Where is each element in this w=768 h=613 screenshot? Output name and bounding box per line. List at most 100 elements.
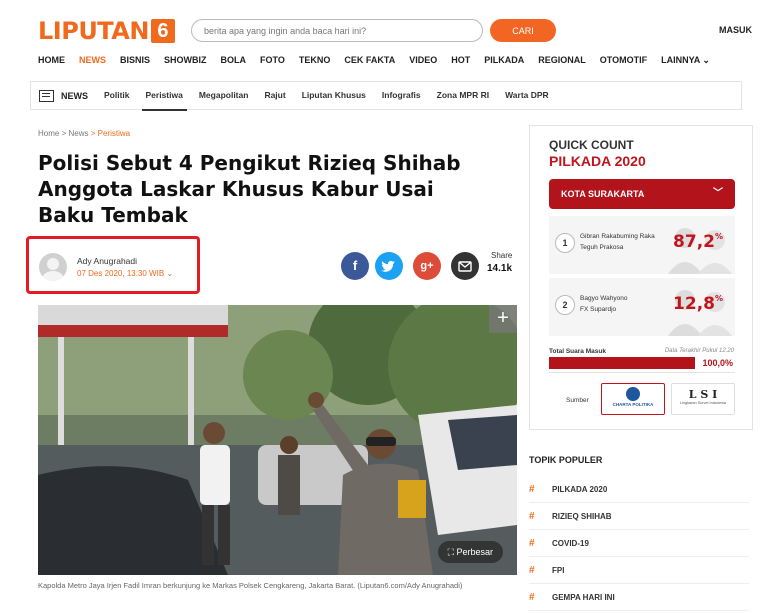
- popular-topic-label: COVID-19: [552, 539, 589, 548]
- sub-nav-item-liputan-khusus[interactable]: Liputan Khusus: [302, 81, 366, 110]
- source-logo-lsi[interactable]: L S I Lingkaran Survei Indonesia: [671, 383, 735, 415]
- breadcrumb: Home > News > Peristiwa: [38, 129, 130, 138]
- share-count: 14.1k: [487, 263, 513, 274]
- divider: [549, 372, 735, 373]
- candidate-percent: 87,2%: [673, 232, 723, 252]
- photo-caption: Kapolda Metro Jaya Irjen Fadil Imran ber…: [38, 581, 463, 590]
- publish-date[interactable]: 07 Des 2020, 13:30 WIB ⌄: [77, 269, 173, 278]
- region-select[interactable]: KOTA SURAKARTA ﹀: [549, 179, 735, 209]
- nav-item-foto[interactable]: FOTO: [260, 55, 285, 66]
- breadcrumb-separator: >: [61, 129, 67, 138]
- chevron-down-icon: ﹀: [713, 188, 723, 199]
- nav-item-otomotif[interactable]: OTOMOTIF: [600, 55, 647, 66]
- popular-topic-item[interactable]: # FPI: [529, 557, 749, 584]
- source-logo-charta-politika[interactable]: CHARTA POLITIKA: [601, 383, 665, 415]
- popular-topic-label: FPI: [552, 566, 565, 575]
- quick-count-subtitle: PILKADA 2020: [549, 153, 646, 169]
- popular-topics-title: TOPIK POPULER: [529, 455, 603, 465]
- candidate-card-2: 2 Bagyo Wahyono FX Supardjo 12,8%: [549, 278, 735, 336]
- lsi-wordmark: L S I: [688, 388, 718, 401]
- sub-nav-item-megapolitan[interactable]: Megapolitan: [199, 81, 249, 110]
- last-update-time: Data Terakhir Pukul 12.20: [664, 348, 734, 354]
- hashtag-icon: #: [529, 565, 535, 576]
- enlarge-photo-button[interactable]: ⛶ Perbesar: [437, 541, 503, 563]
- sub-nav-item-warta-dpr[interactable]: Warta DPR: [505, 81, 549, 110]
- source-name: CHARTA POLITIKA: [612, 402, 654, 407]
- expand-plus-icon[interactable]: +: [489, 305, 517, 333]
- candidate-card-1: 1 Gibran Rakabuming Raka Teguh Prakosa 8…: [549, 216, 735, 274]
- sub-nav-item-infografis[interactable]: Infografis: [382, 81, 421, 110]
- search-input[interactable]: [191, 19, 483, 42]
- candidate-running-mate: Teguh Prakosa: [580, 244, 624, 251]
- photo-scene: [38, 305, 517, 575]
- google-plus-share-icon[interactable]: g+: [413, 252, 441, 280]
- twitter-share-icon[interactable]: [375, 252, 403, 280]
- nav-item-lainnya[interactable]: LAINNYA ⌄: [661, 55, 710, 66]
- nav-item-pilkada[interactable]: PILKADA: [484, 55, 524, 66]
- globe-icon: [626, 387, 640, 401]
- nav-item-hot[interactable]: HOT: [451, 55, 470, 66]
- author-box: Ady Anugrahadi 07 Des 2020, 13:30 WIB ⌄: [26, 236, 200, 294]
- candidate-number: 2: [555, 295, 575, 315]
- nav-item-video[interactable]: VIDEO: [409, 55, 437, 66]
- quick-count-widget: QUICK COUNT PILKADA 2020 KOTA SURAKARTA …: [529, 125, 753, 430]
- site-header: LIPUTAN 6 CARI MASUK HOME NEWS BISNIS SH…: [0, 0, 768, 111]
- share-label: Share: [491, 251, 513, 260]
- sub-nav-item-rajut[interactable]: Rajut: [264, 81, 285, 110]
- nav-item-tekno[interactable]: TEKNO: [299, 55, 331, 66]
- breadcrumb-news[interactable]: News: [68, 129, 88, 138]
- popular-topic-item[interactable]: # GEMPA HARI INI: [529, 584, 749, 611]
- article-title: Polisi Sebut 4 Pengikut Rizieq Shihab An…: [38, 151, 461, 227]
- total-votes-progress-bar: [549, 357, 695, 369]
- author-name[interactable]: Ady Anugrahadi: [77, 256, 137, 266]
- sub-nav-item-peristiwa[interactable]: Peristiwa: [141, 81, 188, 111]
- newspaper-icon: [39, 89, 54, 102]
- nav-item-bisnis[interactable]: BISNIS: [120, 55, 150, 66]
- region-select-value: KOTA SURAKARTA: [561, 189, 645, 199]
- candidate-percent: 12,8%: [673, 294, 723, 314]
- popular-topic-item[interactable]: # RIZIEQ SHIHAB: [529, 503, 749, 530]
- twitter-bird-icon: [381, 260, 395, 272]
- email-share-icon[interactable]: [451, 252, 479, 280]
- logo-wordmark: LIPUTAN: [38, 17, 149, 45]
- sub-nav: NEWS Politik Peristiwa Megapolitan Rajut…: [30, 81, 742, 111]
- hashtag-icon: #: [529, 538, 535, 549]
- site-logo[interactable]: LIPUTAN 6: [38, 17, 175, 45]
- breadcrumb-current[interactable]: Peristiwa: [98, 129, 130, 138]
- login-link[interactable]: MASUK: [719, 25, 752, 35]
- total-votes-percent: 100,0%: [702, 358, 733, 368]
- total-votes-label: Total Suara Masuk: [549, 348, 606, 355]
- nav-item-showbiz[interactable]: SHOWBIZ: [164, 55, 207, 66]
- nav-item-regional[interactable]: REGIONAL: [538, 55, 586, 66]
- article-photo[interactable]: + ⛶ Perbesar: [38, 305, 517, 575]
- search-button[interactable]: CARI: [490, 19, 556, 42]
- candidate-name: Bagyo Wahyono: [580, 295, 628, 302]
- envelope-icon: [458, 261, 472, 272]
- nav-item-news[interactable]: NEWS: [79, 55, 106, 66]
- candidate-number: 1: [555, 233, 575, 253]
- sub-nav-item-zona-mpr[interactable]: Zona MPR RI: [437, 81, 489, 110]
- breadcrumb-separator: >: [90, 129, 96, 138]
- source-name: Lingkaran Survei Indonesia: [679, 401, 726, 405]
- nav-item-bola[interactable]: BOLA: [221, 55, 247, 66]
- candidate-running-mate: FX Supardjo: [580, 306, 617, 313]
- nav-item-home[interactable]: HOME: [38, 55, 65, 66]
- avatar: [39, 253, 67, 281]
- candidate-name: Gibran Rakabuming Raka: [580, 233, 655, 240]
- facebook-share-icon[interactable]: f: [341, 252, 369, 280]
- sub-nav-item-politik[interactable]: Politik: [104, 81, 130, 110]
- enlarge-photo-label: Perbesar: [456, 547, 493, 557]
- logo-number-badge: 6: [150, 19, 175, 43]
- hashtag-icon: #: [529, 592, 535, 603]
- breadcrumb-home[interactable]: Home: [38, 129, 59, 138]
- popular-topic-item[interactable]: # COVID-19: [529, 530, 749, 557]
- main-nav: HOME NEWS BISNIS SHOWBIZ BOLA FOTO TEKNO…: [38, 55, 724, 66]
- nav-item-cek-fakta[interactable]: CEK FAKTA: [344, 55, 395, 66]
- source-label: Sumber: [566, 397, 589, 404]
- hashtag-icon: #: [529, 484, 535, 495]
- popular-topic-item[interactable]: # PILKADA 2020: [529, 476, 749, 503]
- popular-topic-label: PILKADA 2020: [552, 485, 608, 494]
- popular-topic-label: RIZIEQ SHIHAB: [552, 512, 612, 521]
- sub-nav-section-label[interactable]: NEWS: [61, 91, 88, 101]
- hashtag-icon: #: [529, 511, 535, 522]
